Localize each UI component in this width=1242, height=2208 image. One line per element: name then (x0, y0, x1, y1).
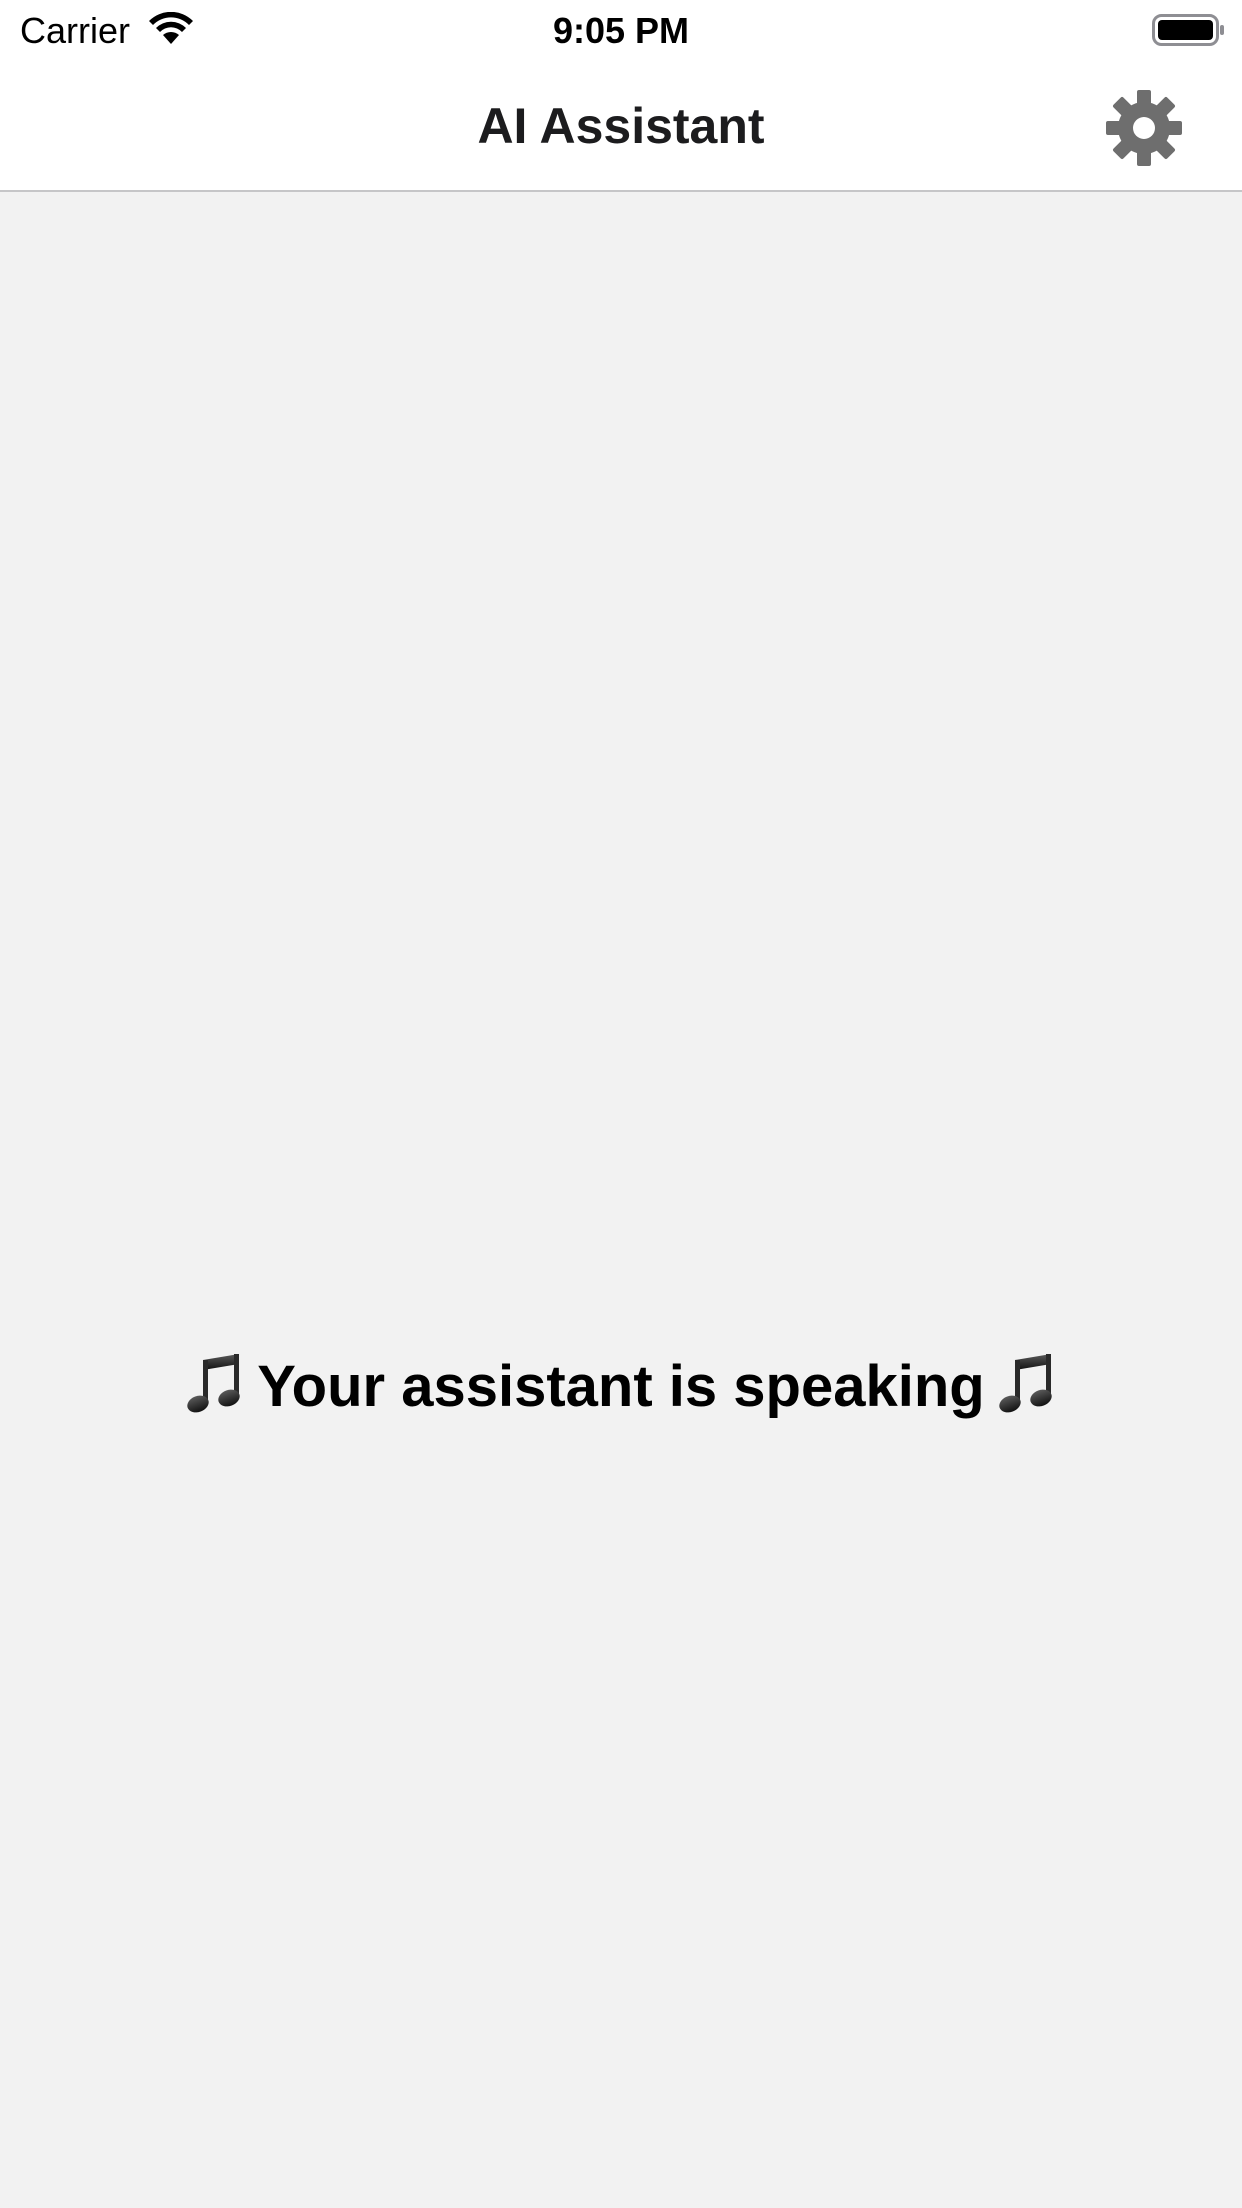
app-screen: Carrier 9:05 PM AI Assistant Your assist… (0, 0, 1242, 2208)
main-content: Your assistant is speaking (0, 192, 1242, 2208)
battery-icon (1152, 14, 1224, 46)
music-note-icon (999, 1354, 1052, 1413)
assistant-status: Your assistant is speaking (0, 1352, 1242, 1422)
assistant-status-text: Your assistant is speaking (257, 1354, 985, 1419)
gear-icon (1106, 90, 1182, 166)
music-note-icon (187, 1354, 240, 1413)
navigation-bar: AI Assistant (0, 62, 1242, 192)
status-time: 9:05 PM (552, 10, 690, 51)
status-bar: Carrier 9:05 PM (0, 0, 1242, 62)
settings-button[interactable] (1104, 88, 1184, 168)
page-title: AI Assistant (477, 98, 765, 154)
